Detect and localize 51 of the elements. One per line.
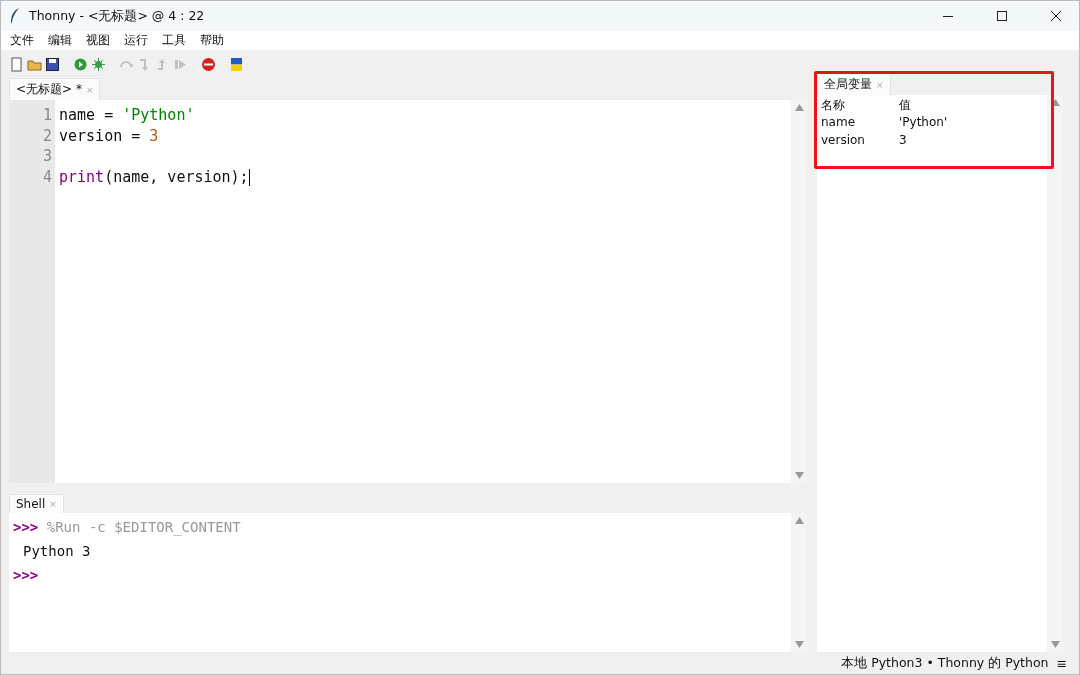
code-line: version = 3 [59,126,159,145]
tab-label: Shell [16,497,46,511]
scroll-up-icon[interactable] [794,104,804,111]
save-icon [45,56,60,72]
scroll-up-icon[interactable] [794,517,804,524]
flag-icon [229,56,244,72]
editor-tab[interactable]: 全局变量 × [817,73,891,95]
line-number: 4 [41,166,53,187]
code-editor[interactable]: 1 2 3 4 name = 'Python' version = 3 print(name, version); [9,100,807,483]
menu-item[interactable]: 运行 [117,32,155,49]
menu-item[interactable]: 视图 [79,32,117,49]
shell-prompt: >>> [13,519,39,535]
toolbar-button[interactable] [45,56,60,72]
feather-icon [9,8,21,24]
column-header: 值 [899,97,912,114]
close-icon [1051,11,1061,21]
scroll-down-icon[interactable] [794,472,804,479]
interpreter-label[interactable]: 本地 Python3 • Thonny 的 Python [841,654,1049,672]
tab-label: 全局变量 [824,76,872,93]
new-icon [9,56,24,72]
maximize-icon [997,11,1007,21]
table-cell-text: name [821,115,857,131]
menu-item[interactable]: 工具 [155,32,193,49]
table-cell-text: version [821,133,866,149]
shell-panel[interactable]: >>> %Run -c $EDITOR_CONTENT Python 3 >>> [9,513,807,652]
menu-icon[interactable]: ≡ [1056,655,1067,671]
menu-item[interactable]: 编辑 [41,32,79,49]
text-cursor [248,168,250,186]
tab-label: <无标题> * [16,81,82,98]
minimize-icon [943,15,953,17]
table-cell-text: 'Python' [899,115,949,131]
editor-tab[interactable]: <无标题> * × [9,78,101,100]
code-line: name = 'Python' [59,106,195,124]
line-number: 2 [41,125,53,146]
menu-item[interactable]: 帮助 [193,32,231,49]
line-number: 3 [41,146,53,167]
column-header: 名称 [821,97,846,114]
shell-output: Python 3 [23,543,91,559]
shell-prompt: >>> [13,567,39,583]
table-cell-text: 3 [899,133,908,149]
editor-tab[interactable]: Shell × [9,494,64,513]
code-line: print(name, version); [59,167,249,186]
stop-icon [201,56,216,72]
line-number: 1 [41,105,53,126]
debug-icon [91,56,106,72]
shell-command: %Run -c $EDITOR_CONTENT [46,519,241,535]
run-icon [73,56,88,72]
scroll-down-icon[interactable] [1050,641,1060,648]
window-title: Thonny - <无标题> @ 4 : 22 [29,7,206,25]
menu-item[interactable]: 文件 [3,32,41,49]
scroll-down-icon[interactable] [794,641,804,648]
